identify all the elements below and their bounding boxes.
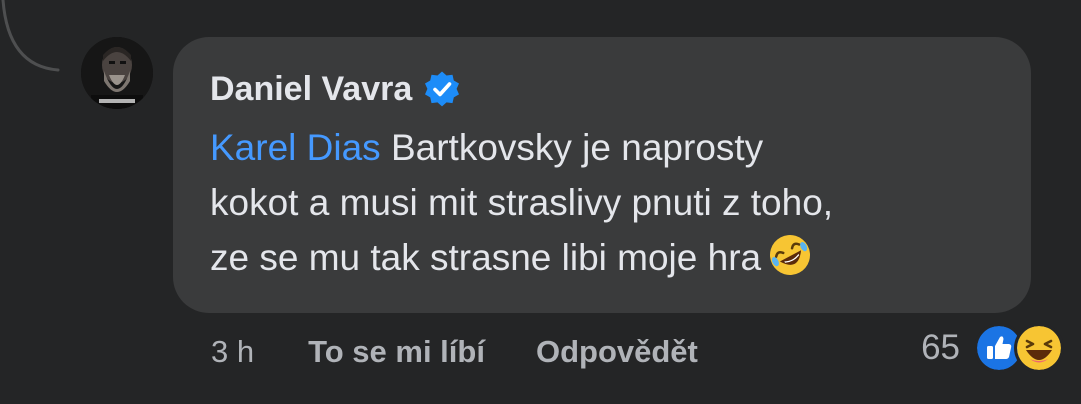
comment-text-line: kokot a musi mit straslivy pnuti z toho, [210,182,834,223]
avatar-portrait-image [81,37,153,109]
verified-badge-icon [425,71,460,107]
author-row: Daniel Vavra [210,67,460,111]
comment-text-line: Bartkovsky je naprosty [390,127,764,168]
comment-actions: 3 h To se mi líbí Odpovědět [211,330,698,374]
thread-connector-line [1,0,60,72]
author-avatar[interactable] [81,37,153,109]
comment-text-line: ze se mu tak strasne libi moje hra [210,237,762,278]
mention-link[interactable]: Karel Dias [210,127,381,168]
rolling-on-floor-laughing-emoji-icon [770,235,811,275]
reaction-count: 65 [921,328,960,367]
author-name[interactable]: Daniel Vavra [210,67,412,111]
comment-view: Daniel Vavra Karel Dias Bartkovsky je na… [0,0,1081,404]
like-button[interactable]: To se mi líbí [308,334,485,370]
comment-line-1: Karel Dias Bartkovsky je naprosty [210,120,1010,175]
comment-line-3: ze se mu tak strasne libi moje hra [210,230,1010,285]
comment-text: Karel Dias Bartkovsky je naprosty kokot … [210,120,1010,285]
haha-icon [1014,323,1064,373]
reactions-summary[interactable]: 65 [921,322,1064,374]
comment-timestamp[interactable]: 3 h [211,334,254,370]
reply-button[interactable]: Odpovědět [536,334,698,370]
comment-bubble: Daniel Vavra Karel Dias Bartkovsky je na… [173,37,1031,313]
